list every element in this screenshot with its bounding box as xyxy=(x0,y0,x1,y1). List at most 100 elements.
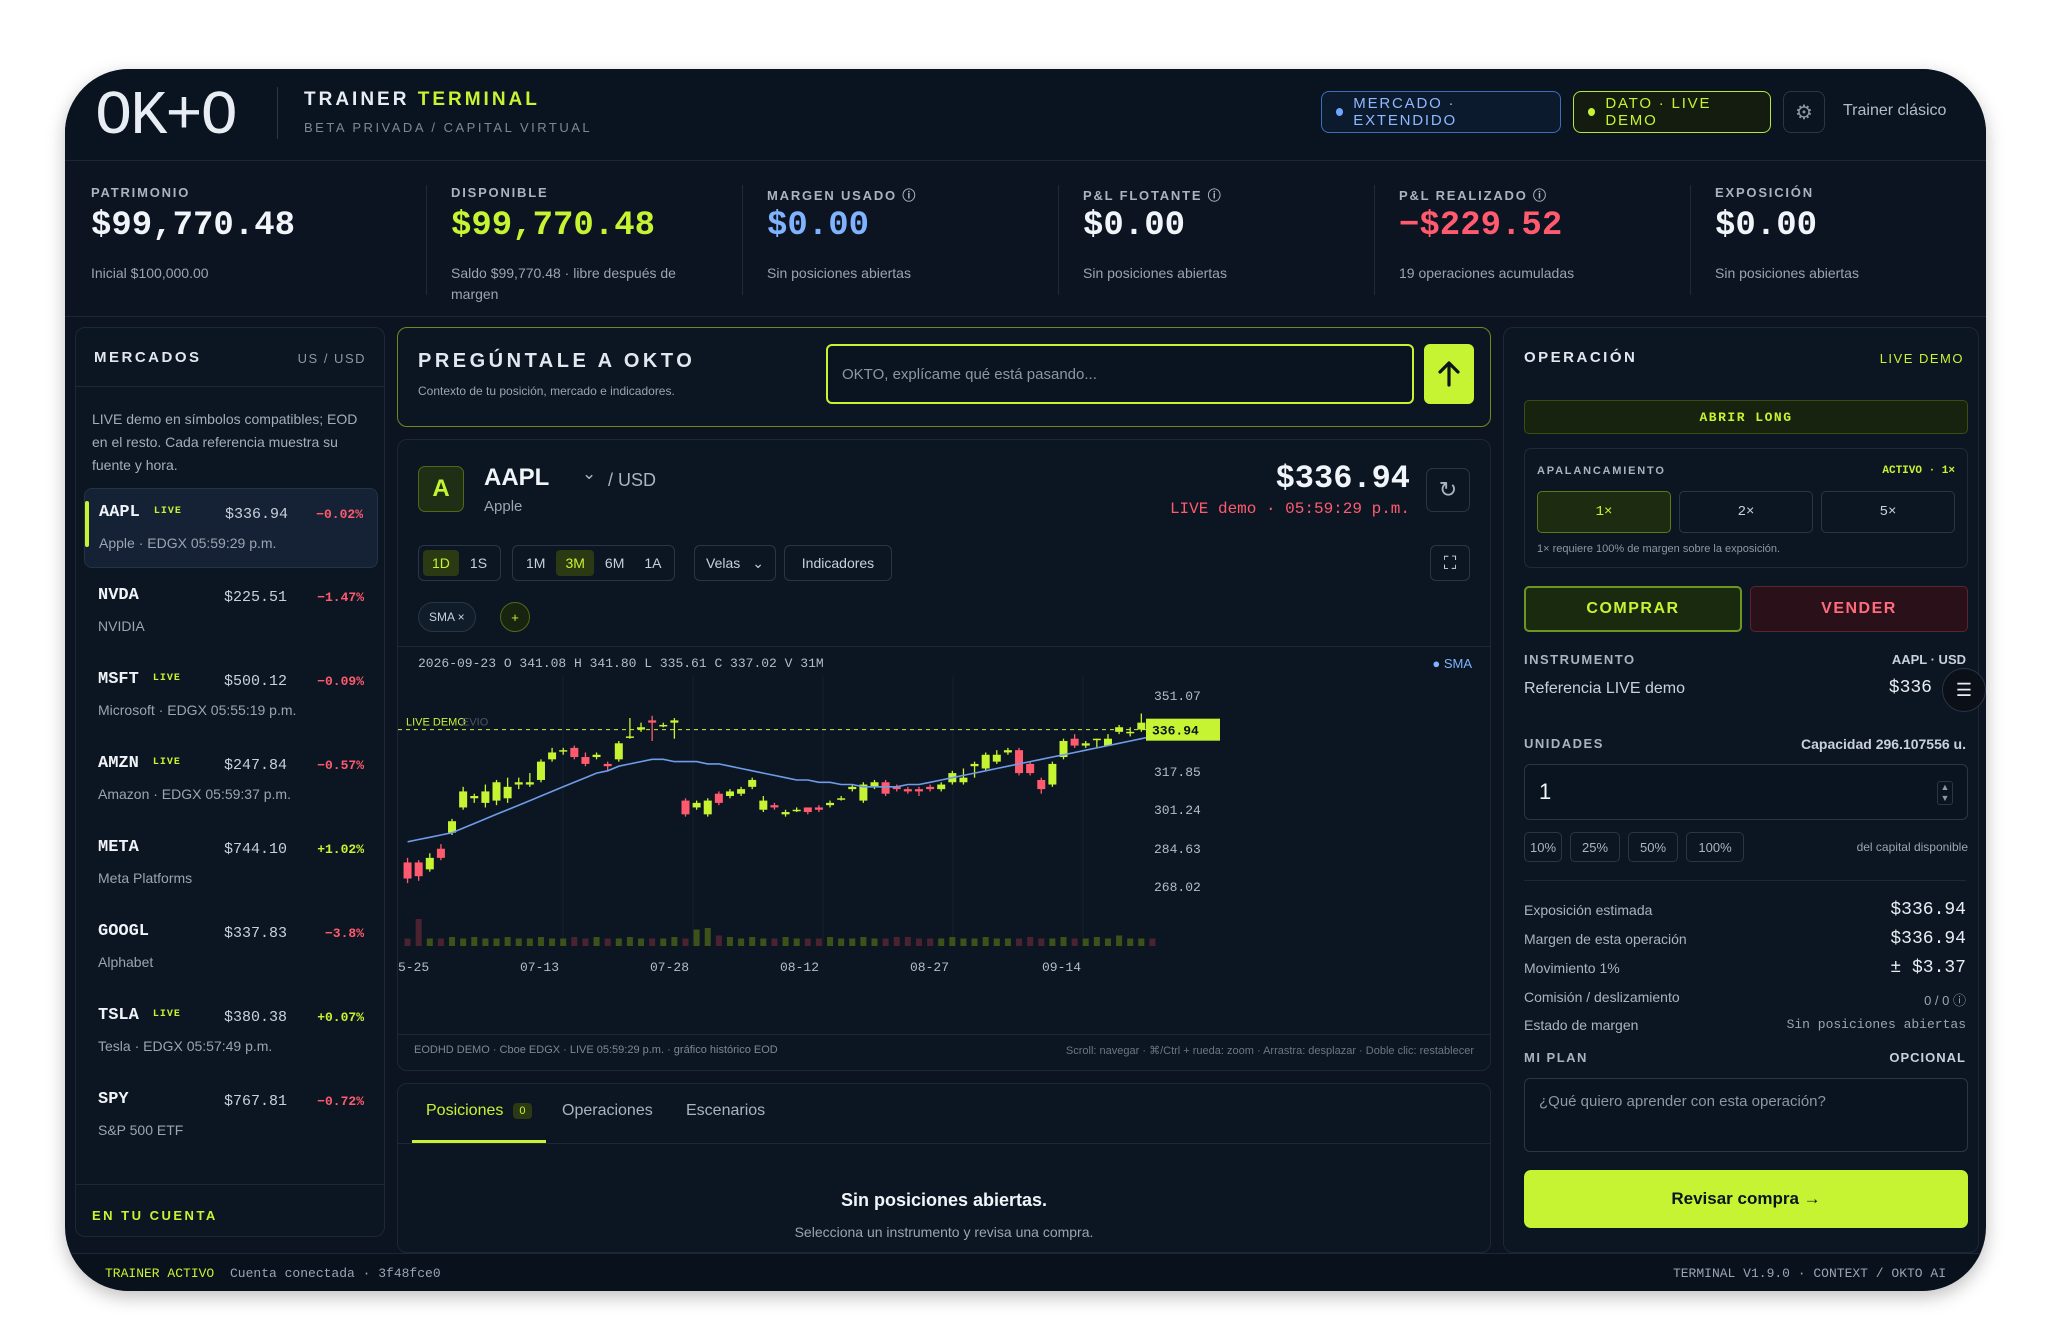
market-price: $336.94 xyxy=(225,506,289,523)
volume-bar xyxy=(815,938,822,946)
chart-panel: A AAPL ⌄ / USD Apple $336.94 LIVE demo ·… xyxy=(397,439,1491,1071)
range-6m-button[interactable]: 6M xyxy=(596,550,633,576)
chart-hint-note: Scroll: navegar · ⌘/Ctrl + rueda: zoom ·… xyxy=(1065,1045,1474,1057)
leverage-1x-button[interactable]: 1× xyxy=(1537,491,1671,533)
market-row-spy[interactable]: SPY $767.81 −0.72% S&P 500 ETF xyxy=(84,1076,378,1156)
classic-trainer-link[interactable]: Trainer clásico xyxy=(1843,102,1946,120)
data-mode-pill[interactable]: DATO · LIVE DEMO xyxy=(1573,91,1771,133)
volume-bar xyxy=(615,938,622,946)
refresh-button[interactable]: ↻ xyxy=(1426,468,1470,512)
volume-bar xyxy=(504,937,511,946)
volume-bar xyxy=(437,938,444,946)
market-price: $247.84 xyxy=(224,757,288,774)
volume-bar xyxy=(771,938,778,946)
range-1d-button[interactable]: 1D xyxy=(423,550,459,576)
tab-positions[interactable]: Posiciones 0 xyxy=(426,1102,532,1120)
market-symbol-text: AMZN xyxy=(98,754,139,773)
fullscreen-button[interactable]: ⛶ xyxy=(1430,545,1470,581)
volume-bar xyxy=(671,937,678,946)
candle-body xyxy=(914,789,923,792)
review-buy-button[interactable]: Revisar compra → xyxy=(1524,1170,1968,1228)
instrument-value: AAPL · USD xyxy=(1891,652,1966,667)
pct-50-button[interactable]: 50% xyxy=(1628,832,1678,862)
leverage-2x-button[interactable]: 2× xyxy=(1679,491,1813,533)
candle-body xyxy=(659,724,668,727)
volume-bar xyxy=(971,938,978,946)
candle-body xyxy=(514,782,523,785)
pct-100-button[interactable]: 100% xyxy=(1686,832,1744,862)
summary-value: Sin posiciones abiertas xyxy=(1786,1017,1966,1032)
range-1m-button[interactable]: 1M xyxy=(517,550,554,576)
trainer-status: TRAINER ACTIVO xyxy=(105,1266,215,1281)
range-group-short: 1D 1S xyxy=(418,545,502,581)
chart-symbol[interactable]: AAPL xyxy=(484,464,549,492)
market-change: +1.02% xyxy=(317,842,364,857)
market-row-meta[interactable]: META $744.10 +1.02% Meta Platforms xyxy=(84,824,378,904)
market-symbol: GOOGL xyxy=(98,922,149,941)
plan-textarea[interactable]: ¿Qué quiero aprender con esta operación? xyxy=(1524,1078,1968,1152)
volume-bar xyxy=(938,938,945,946)
chart-style-select[interactable]: Velas ⌄ xyxy=(694,545,776,581)
markets-divider xyxy=(76,386,384,387)
candle-body xyxy=(803,807,812,813)
market-row-msft[interactable]: MSFT LIVE $500.12 −0.09% Microsoft · EDGX 05… xyxy=(84,656,378,736)
range-1a-button[interactable]: 1A xyxy=(635,550,670,576)
market-symbol-text: MSFT xyxy=(98,670,139,689)
symbol-dropdown-chevron-icon[interactable]: ⌄ xyxy=(582,464,596,484)
market-row-aapl[interactable]: AAPL LIVE $336.94 −0.02% Apple · EDGX 05:59:… xyxy=(84,488,378,568)
volume-bar xyxy=(626,937,633,946)
tab-scenarios[interactable]: Escenarios xyxy=(686,1102,765,1120)
x-tick: 09-14 xyxy=(1042,960,1082,975)
volume-bar xyxy=(871,938,878,946)
candle-body xyxy=(714,793,723,803)
range-3m-button[interactable]: 3M xyxy=(556,550,594,576)
volume-bar xyxy=(1104,938,1111,946)
market-row-googl[interactable]: GOOGL $337.83 −3.8% Alphabet xyxy=(84,908,378,988)
market-name: Apple · EDGX 05:59:29 p.m. xyxy=(99,535,277,551)
volume-bar xyxy=(471,937,478,946)
ask-input[interactable]: OKTO, explícame qué está pasando... xyxy=(826,344,1414,404)
leverage-5x-button[interactable]: 5× xyxy=(1821,491,1955,533)
reference-label: Referencia LIVE demo xyxy=(1524,680,1685,697)
add-indicator-button[interactable]: + xyxy=(500,602,530,632)
candle-body xyxy=(492,782,501,801)
candle-body xyxy=(1026,763,1035,774)
volume-bar xyxy=(1004,938,1011,946)
chart-company: Apple xyxy=(484,498,523,515)
market-symbol: AAPL LIVE xyxy=(99,503,182,522)
market-row-nvda[interactable]: NVDA $225.51 −1.47% NVIDIA xyxy=(84,572,378,652)
okto-logo[interactable]: OK+O xyxy=(95,81,238,152)
indicators-button[interactable]: Indicadores xyxy=(784,545,892,581)
volume-bar xyxy=(1016,938,1023,946)
market-symbol: NVDA xyxy=(98,586,139,605)
operation-mode: LIVE DEMO xyxy=(1879,351,1964,366)
sma-chip[interactable]: SMA × xyxy=(418,602,476,632)
filter-menu-icon[interactable]: ☰ xyxy=(1942,668,1986,712)
stat-divider xyxy=(1058,185,1059,295)
units-stepper[interactable]: ▲ ▼ xyxy=(1937,781,1953,805)
ask-title: PREGÚNTALE A OKTO xyxy=(418,350,696,372)
market-price: $337.83 xyxy=(224,925,288,942)
range-1s-button[interactable]: 1S xyxy=(461,550,496,576)
volume-bar xyxy=(804,938,811,946)
pct-10-button[interactable]: 10% xyxy=(1524,832,1562,862)
tab-operations[interactable]: Operaciones xyxy=(562,1102,653,1120)
pct-25-button[interactable]: 25% xyxy=(1570,832,1620,862)
refresh-icon: ↻ xyxy=(1438,477,1458,502)
volume-bar xyxy=(693,929,700,946)
summary-key: Estado de margen xyxy=(1524,1017,1639,1033)
market-row-amzn[interactable]: AMZN LIVE $247.84 −0.57% Amazon · EDGX 05:59… xyxy=(84,740,378,820)
buy-button[interactable]: COMPRAR xyxy=(1524,586,1742,632)
volume-bar xyxy=(1093,937,1100,946)
volume-bar xyxy=(649,938,656,946)
send-button[interactable] xyxy=(1424,344,1474,404)
units-input[interactable]: 1 ▲ ▼ xyxy=(1524,764,1968,820)
stat-margen-usado: MARGEN USADO ⓘ $0.00 Sin posiciones abie… xyxy=(742,161,1057,317)
tabs-divider xyxy=(398,1143,1490,1144)
market-status-pill[interactable]: MERCADO · EXTENDIDO xyxy=(1321,91,1561,133)
sell-button[interactable]: VENDER xyxy=(1750,586,1968,632)
candle-body xyxy=(926,786,935,790)
settings-button[interactable]: ⚙ xyxy=(1783,91,1825,133)
market-row-tsla[interactable]: TSLA LIVE $380.38 +0.07% Tesla · EDGX 05:57:… xyxy=(84,992,378,1072)
candle-body xyxy=(959,777,968,783)
